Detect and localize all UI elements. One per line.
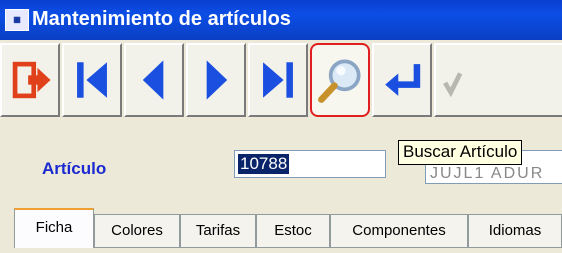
search-button[interactable] [310, 43, 370, 117]
next-record-icon [206, 60, 228, 100]
enter-icon [385, 64, 421, 96]
tab-tarifas[interactable]: Tarifas [180, 214, 256, 248]
last-record-icon [263, 62, 293, 98]
magnifier-icon [318, 59, 361, 103]
tab-ficha[interactable]: Ficha [14, 208, 94, 248]
tab-idiomas[interactable]: Idiomas [468, 214, 562, 248]
article-code-value: 10788 [238, 154, 290, 174]
previous-record-icon [142, 60, 164, 100]
article-code-input[interactable]: 10788 [234, 150, 386, 178]
search-tooltip: Buscar Artículo [398, 140, 523, 165]
check-icon [443, 72, 463, 98]
article-label: Artículo [42, 159, 107, 178]
tab-colores[interactable]: Colores [94, 214, 180, 248]
next-record-button[interactable] [186, 43, 246, 117]
first-record-button[interactable] [62, 43, 122, 117]
exit-icon [12, 61, 51, 99]
title-bar: ▦ Mantenimiento de artículos [0, 0, 562, 40]
tab-panel-border [14, 247, 562, 248]
article-description-value: JUJL1 ADUR [430, 165, 545, 182]
window-title: Mantenimiento de artículos [32, 8, 291, 30]
confirm-button[interactable] [434, 43, 562, 117]
tab-componentes[interactable]: Componentes [330, 214, 468, 248]
last-record-button[interactable] [248, 43, 308, 117]
article-maintenance-window: ▦ Mantenimiento de artículos Artículo 10… [0, 0, 562, 253]
enter-button[interactable] [372, 43, 432, 117]
exit-button[interactable] [0, 43, 60, 117]
navigation-toolbar [0, 43, 562, 121]
first-record-icon [77, 62, 107, 98]
tab-estoc[interactable]: Estoc [256, 214, 330, 248]
previous-record-button[interactable] [124, 43, 184, 117]
app-icon: ▦ [5, 9, 29, 31]
